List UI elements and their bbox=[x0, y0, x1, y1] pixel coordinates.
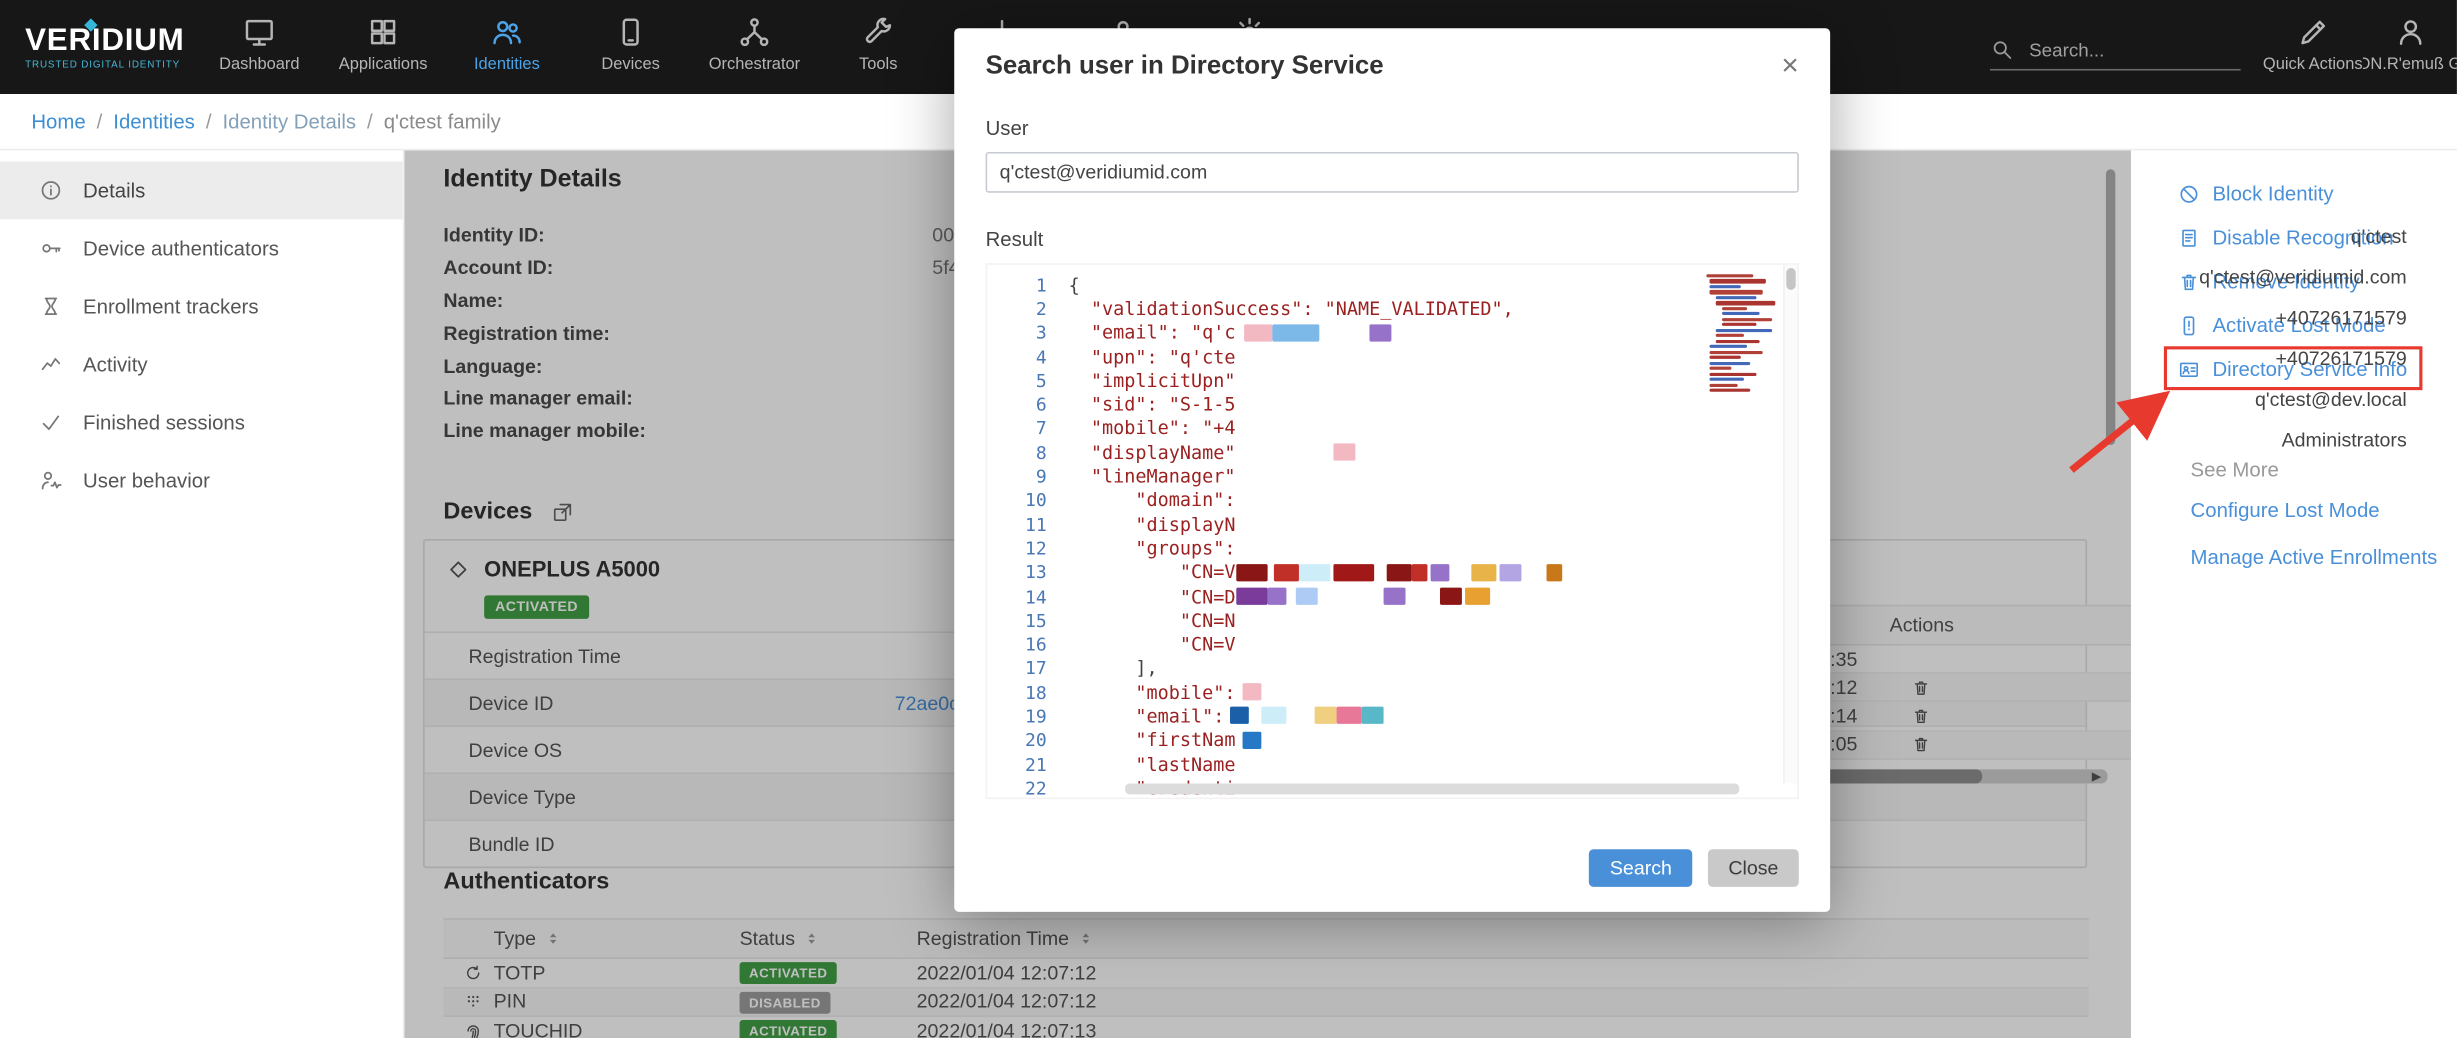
activity-icon bbox=[39, 353, 64, 377]
identity-summary: q'ctestq'ctest@veridiumid.com+4072617157… bbox=[2199, 216, 2407, 460]
check-icon bbox=[39, 411, 64, 435]
sidebar-item-label: Finished sessions bbox=[83, 411, 245, 435]
brand-logo[interactable]: VERIDIUM TRUSTED DIGITAL IDENTITY bbox=[25, 24, 197, 69]
breadcrumb-item[interactable]: q'ctest family bbox=[384, 110, 501, 134]
breadcrumb-item[interactable]: Identities bbox=[113, 110, 195, 134]
summary-value: +40726171579 bbox=[2199, 298, 2407, 339]
sidebar-item[interactable]: Enrollment trackers bbox=[0, 277, 403, 335]
dashboard-icon bbox=[243, 16, 276, 49]
quick-actions-icon bbox=[2296, 16, 2329, 49]
sidebar-item-label: Device authenticators bbox=[83, 237, 279, 261]
nav-item[interactable]: Dashboard bbox=[197, 0, 321, 94]
editor-minimap bbox=[1706, 274, 1778, 394]
search-icon bbox=[1990, 37, 2014, 61]
screen: VERIDIUM TRUSTED DIGITAL IDENTITY Dashbo… bbox=[0, 0, 2457, 1038]
close-button[interactable]: Close bbox=[1708, 849, 1799, 887]
phone-alert-icon bbox=[2178, 314, 2200, 336]
see-more-link[interactable]: Configure Lost Mode bbox=[2191, 498, 2438, 526]
breadcrumb-item[interactable]: Home bbox=[31, 110, 85, 134]
sidebar-item-label: Details bbox=[83, 179, 145, 203]
nav-item[interactable]: Identities bbox=[445, 0, 569, 94]
see-more-link[interactable]: Manage Active Enrollments bbox=[2191, 545, 2438, 573]
sidebar-item[interactable]: Details bbox=[0, 161, 403, 219]
search-button[interactable]: Search bbox=[1589, 849, 1692, 887]
result-editor[interactable]: 1{2 "validationSuccess": "NAME_VALIDATED… bbox=[986, 263, 1799, 799]
identities-icon bbox=[490, 16, 523, 49]
modal-close-button[interactable]: × bbox=[1781, 52, 1798, 82]
breadcrumb-item[interactable]: Identity Details bbox=[222, 110, 356, 134]
user-menu[interactable]: DN.R'emuß G bbox=[2363, 0, 2457, 94]
sidebar-item[interactable]: Finished sessions bbox=[0, 393, 403, 451]
sidebar-item-label: Enrollment trackers bbox=[83, 295, 258, 319]
orchestrator-icon bbox=[738, 16, 771, 49]
user-field-label: User bbox=[986, 116, 1799, 140]
quick-actions-button[interactable]: Quick Actions bbox=[2263, 0, 2363, 94]
nav-item[interactable]: Orchestrator bbox=[693, 0, 817, 94]
navbar-right: Search... Quick Actions DN.R'emuß G bbox=[1990, 0, 2457, 94]
summary-value: q'ctest@dev.local bbox=[2199, 379, 2407, 420]
result-label: Result bbox=[986, 227, 1799, 251]
directory-search-modal: Search user in Directory Service × User … bbox=[954, 28, 1830, 912]
summary-value: q'ctest bbox=[2199, 216, 2407, 257]
brand-name: VERIDIUM bbox=[25, 24, 197, 55]
search-input[interactable]: Search... bbox=[2029, 38, 2104, 60]
identity-action-link[interactable]: Block Identity bbox=[2178, 179, 2416, 209]
sidebar-item-label: User behavior bbox=[83, 469, 210, 493]
user-input[interactable] bbox=[986, 152, 1799, 193]
info-icon bbox=[39, 179, 64, 203]
user-behavior-icon bbox=[39, 469, 64, 493]
authenticator-icon bbox=[39, 237, 64, 261]
editor-hscrollbar[interactable] bbox=[1047, 783, 1782, 794]
sidebar-item[interactable]: User behavior bbox=[0, 451, 403, 509]
see-more-label: See More bbox=[2191, 458, 2279, 482]
sidebar-item[interactable]: Activity bbox=[0, 335, 403, 393]
breadcrumb-separator: / bbox=[367, 110, 373, 134]
modal-title: Search user in Directory Service bbox=[986, 52, 1384, 82]
breadcrumb-separator: / bbox=[97, 110, 103, 134]
app: VERIDIUM TRUSTED DIGITAL IDENTITY Dashbo… bbox=[0, 0, 2457, 1038]
sidebar: Details Device authenticators Enrollment… bbox=[0, 150, 404, 1038]
editor-vscrollbar[interactable] bbox=[1783, 265, 1797, 784]
block-icon bbox=[2178, 183, 2200, 205]
global-search[interactable]: Search... bbox=[1990, 37, 2241, 70]
summary-value: +40726171579 bbox=[2199, 338, 2407, 379]
breadcrumb-separator: / bbox=[206, 110, 212, 134]
hourglass-icon bbox=[39, 295, 64, 319]
doc-icon bbox=[2178, 226, 2200, 248]
nav-item[interactable]: Tools bbox=[816, 0, 940, 94]
identity-panel: Block Identity Disable Recognition Remov… bbox=[2131, 150, 2457, 1038]
tools-icon bbox=[862, 16, 895, 49]
user-icon bbox=[2393, 16, 2426, 49]
sidebar-item[interactable]: Device authenticators bbox=[0, 219, 403, 277]
result-editor-lines: 1{2 "validationSuccess": "NAME_VALIDATED… bbox=[987, 265, 1797, 799]
nav-item[interactable]: Applications bbox=[321, 0, 445, 94]
summary-value: q'ctest@veridiumid.com bbox=[2199, 257, 2407, 298]
identity-action-label: Block Identity bbox=[2212, 182, 2333, 206]
sidebar-item-label: Activity bbox=[83, 353, 148, 377]
trash-icon bbox=[2178, 270, 2200, 292]
devices-icon bbox=[614, 16, 647, 49]
nav-item[interactable]: Devices bbox=[569, 0, 693, 94]
brand-tagline: TRUSTED DIGITAL IDENTITY bbox=[25, 59, 197, 70]
contact-card-icon bbox=[2178, 358, 2200, 380]
applications-icon bbox=[367, 16, 400, 49]
summary-value: Administrators bbox=[2199, 420, 2407, 461]
see-more-links: Configure Lost Mode Manage Active Enrollm… bbox=[2191, 498, 2438, 592]
